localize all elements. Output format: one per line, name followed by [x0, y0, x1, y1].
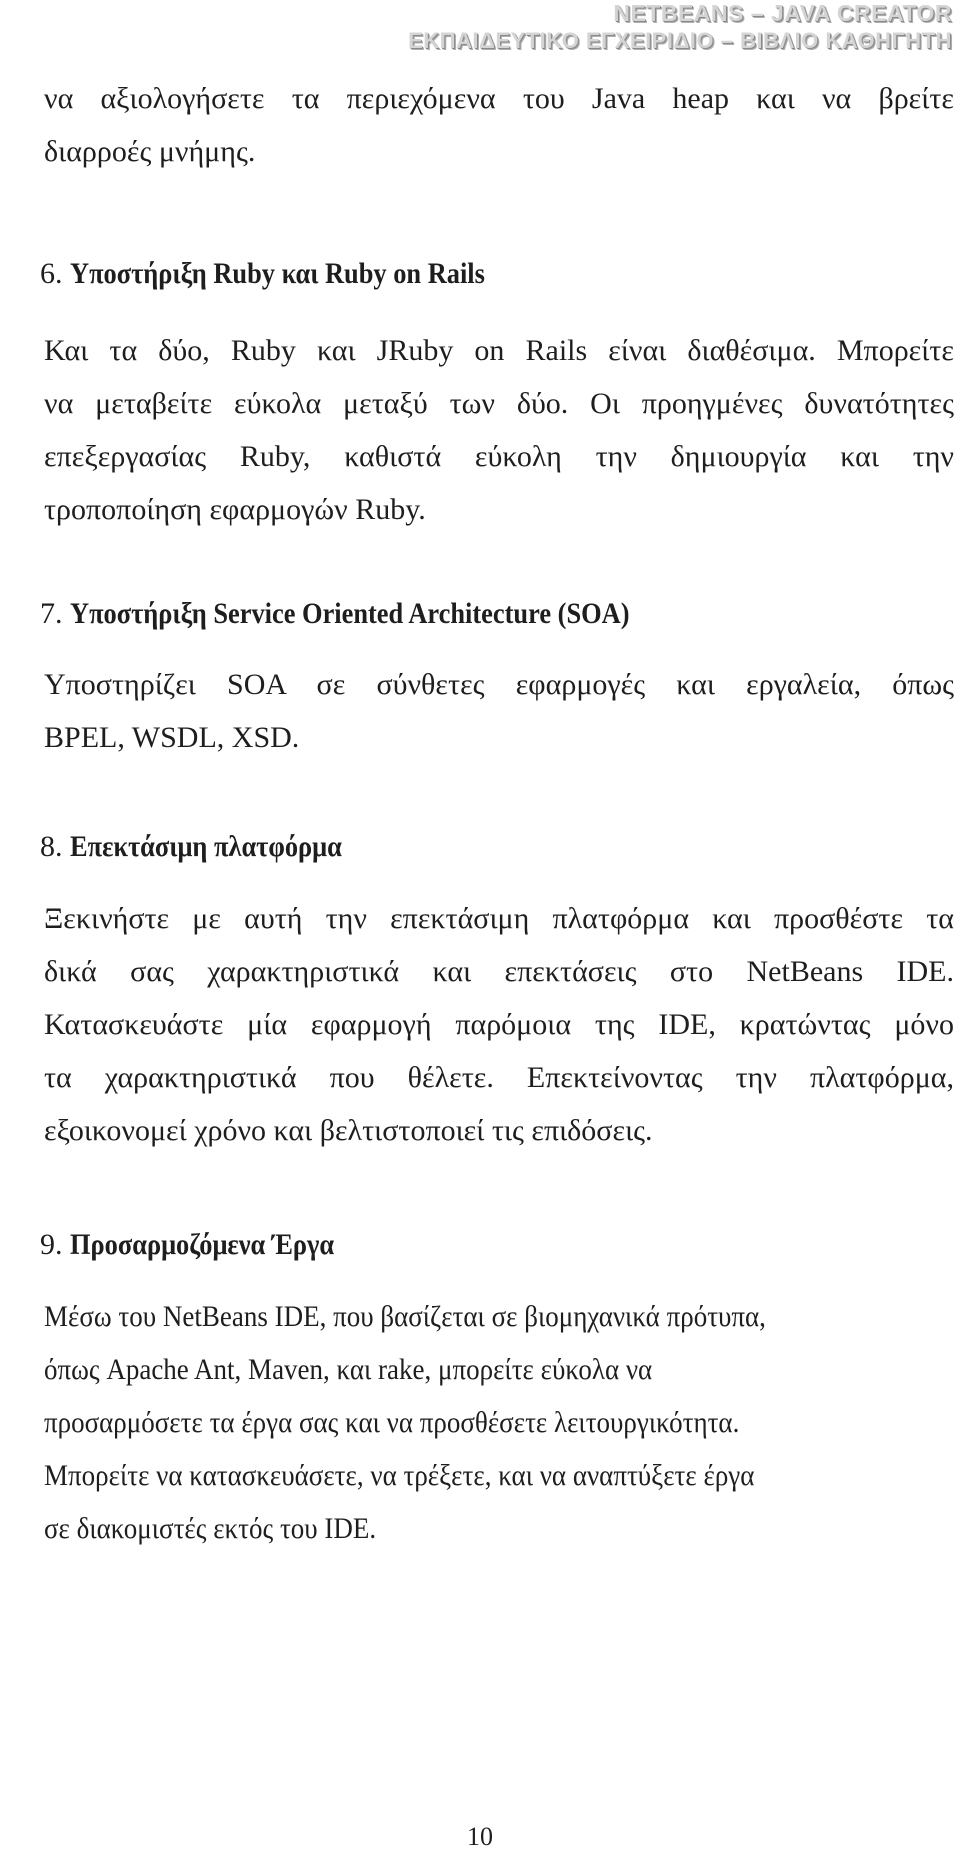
- text-line: όπως Apache Ant, Maven, και rake, μπορεί…: [44, 1353, 653, 1386]
- section-number: 6.: [40, 257, 63, 290]
- text-line: δικά σας χαρακτηριστικά και επεκτάσεις σ…: [44, 955, 954, 988]
- section-title: Υποστήριξη Service Oriented Architecture…: [70, 597, 630, 630]
- section-number: 8.: [40, 830, 63, 863]
- text-line: σε διακομιστές εκτός του IDE.: [44, 1512, 377, 1545]
- running-header: NETBEANS – JAVA CREATOR ΕΚΠΑΙΔΕΥΤΙΚΟ ΕΓΧ…: [408, 0, 952, 54]
- text-line: Και τα δύο, Ruby και JRuby on Rails είνα…: [44, 334, 954, 367]
- section-body-8: Ξεκινήστε με αυτή την επεκτάσιμη πλατφόρ…: [44, 892, 960, 1157]
- section-body-6: Και τα δύο, Ruby και JRuby on Rails είνα…: [44, 324, 960, 536]
- header-subtitle: ΕΚΠΑΙΔΕΥΤΙΚΟ ΕΓΧΕΙΡΙΔΙΟ – ΒΙΒΛΙΟ ΚΑΘΗΓΗΤ…: [408, 28, 952, 53]
- text-line: Ξεκινήστε με αυτή την επεκτάσιμη πλατφόρ…: [44, 902, 954, 935]
- section-title: Υποστήριξη Ruby και Ruby on Rails: [70, 257, 485, 290]
- section-title: Επεκτάσιμη πλατφόρμα: [70, 830, 342, 863]
- text-line: να αξιολογήσετε τα περιεχόμενα του Java …: [44, 82, 954, 115]
- text-line: Υποστηρίζει SOA σε σύνθετες εφαρμογές κα…: [44, 668, 954, 701]
- text-line: επεξεργασίας Ruby, καθιστά εύκολη την δη…: [44, 440, 954, 473]
- text-line: να μεταβείτε εύκολα μεταξύ των δύο. Οι π…: [44, 387, 954, 420]
- text-line: Κατασκευάστε μία εφαρμογή παρόμοια της I…: [44, 1008, 954, 1041]
- section-body-7: Υποστηρίζει SOA σε σύνθετες εφαρμογές κα…: [44, 658, 960, 764]
- section-heading-9: 9. Προσαρμοζόμενα Έργα: [40, 1225, 370, 1265]
- text-line: εξοικονομεί χρόνο και βελτιστοποιεί τις …: [44, 1114, 653, 1147]
- section-number: 7.: [40, 597, 63, 630]
- text-line: Μπορείτε να κατασκευάσετε, να τρέξετε, κ…: [44, 1459, 755, 1492]
- header-title: NETBEANS – JAVA CREATOR: [613, 0, 952, 26]
- text-line: τροποποίηση εφαρμογών Ruby.: [44, 493, 426, 526]
- text-line: τα χαρακτηριστικά που θέλετε. Επεκτείνον…: [44, 1061, 954, 1094]
- section-heading-6: 6. Υποστήριξη Ruby και Ruby on Rails: [40, 254, 542, 294]
- section-heading-8: 8. Επεκτάσιμη πλατφόρμα: [40, 827, 379, 867]
- section-body-9: Μέσω του NetBeans IDE, που βασίζεται σε …: [44, 1290, 960, 1555]
- text-line: Μέσω του NetBeans IDE, που βασίζεται σε …: [44, 1300, 766, 1333]
- section-title: Προσαρμοζόμενα Έργα: [70, 1228, 335, 1261]
- section-heading-7: 7. Υποστήριξη Service Oriented Architect…: [40, 594, 706, 634]
- intro-paragraph: να αξιολογήσετε τα περιεχόμενα του Java …: [44, 72, 960, 178]
- text-line: BPEL, WSDL, XSD.: [44, 721, 300, 754]
- page-number: 10: [467, 1822, 493, 1851]
- text-line: διαρροές μνήμης.: [44, 135, 256, 168]
- text-line: προσαρμόσετε τα έργα σας και να προσθέσε…: [44, 1406, 740, 1439]
- section-number: 9.: [40, 1228, 63, 1261]
